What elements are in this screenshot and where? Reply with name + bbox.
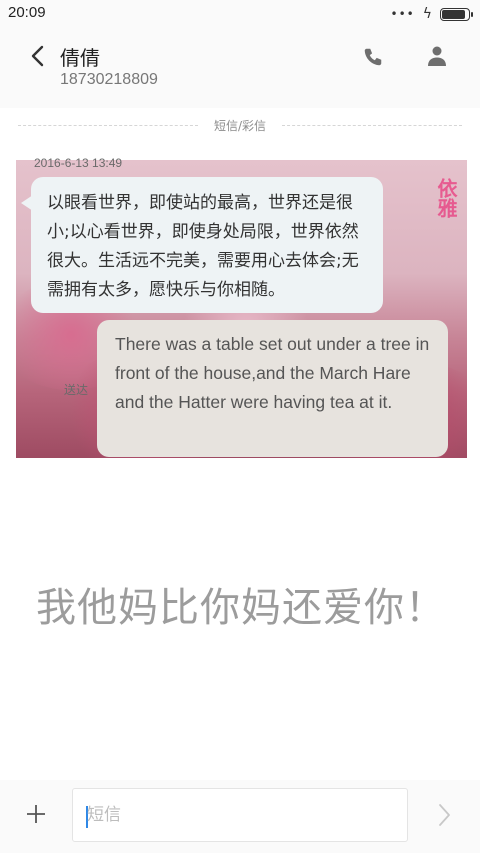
- message-text-english: There was a table set out under a tree i…: [115, 334, 430, 412]
- battery-icon: [440, 7, 473, 21]
- chevron-left-icon[interactable]: [28, 44, 50, 68]
- overlay-caption: 我他妈比你妈还爱你！: [36, 585, 446, 631]
- composer-bar: [0, 780, 480, 853]
- message-timestamp: 2016-6-13 13:49: [34, 156, 123, 170]
- divider-line-left: [18, 125, 198, 126]
- message-bubble-text[interactable]: 以眼看世界，即使站的最高，世界还是很小;以心看世界，即使身处局限，世界依然很大。…: [21, 177, 383, 313]
- charging-icon: ϟ: [422, 6, 432, 22]
- person-icon[interactable]: [426, 45, 448, 67]
- watermark-stamp: 依雅: [409, 178, 458, 298]
- status-icons: ••• ϟ: [390, 6, 473, 22]
- message-text: 以眼看世界，即使站的最高，世界还是很小;以心看世界，即使身处局限，世界依然很大。…: [47, 193, 359, 300]
- delivery-status: 送达: [64, 383, 89, 397]
- message-input[interactable]: [87, 789, 387, 841]
- message-input-box[interactable]: [72, 788, 408, 842]
- chevron-right-icon[interactable]: [432, 802, 456, 828]
- message-type-label: 短信/彩信: [200, 117, 280, 134]
- phone-icon[interactable]: [362, 46, 384, 68]
- stamp-text: 依雅: [434, 178, 458, 218]
- divider-line-right: [282, 125, 462, 126]
- contact-name: 倩倩: [60, 46, 100, 70]
- battery-level-fill: [442, 9, 466, 19]
- signal-dots-icon: •••: [390, 7, 415, 21]
- status-bar: 20:09 ••• ϟ: [0, 0, 480, 28]
- contact-number: 18730218809: [60, 71, 158, 88]
- plus-icon[interactable]: [24, 802, 48, 826]
- conversation-header: 倩倩 18730218809: [0, 28, 480, 108]
- message-bubble-english[interactable]: There was a table set out under a tree i…: [97, 320, 448, 457]
- status-time: 20:09: [8, 4, 46, 21]
